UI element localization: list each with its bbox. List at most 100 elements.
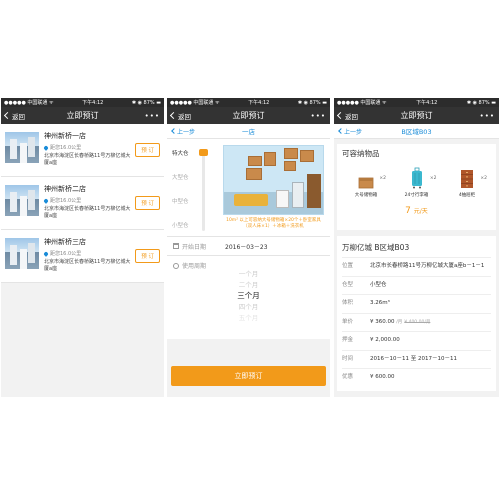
detail-card: 万柳亿城 B区域B03 位置 北京市长春桥路11号万柳亿城大厦a座b－1－1 仓型… [337,236,496,391]
back-label: 返回 [345,112,358,121]
back-button[interactable]: 返回 [169,111,207,121]
detail-value: ¥ 360.00 [370,318,395,325]
back-button[interactable]: 返回 [336,111,374,121]
sub-navbar: 上一步 B区域B03 [334,124,499,139]
list-item[interactable]: 神州新桥二店 距您16.0公里 北京市海淀区长春桥路11号万柳亿城大厦a座 预 … [1,177,164,230]
back-button[interactable]: 返回 [3,111,41,121]
detail-row: 位置 北京市长春桥路11号万柳亿城大厦a座b－1－1 [342,257,491,276]
detail-value: ¥ 2,000.00 [370,337,400,343]
detail-value: 2016－10－11 至 2017－10－11 [370,355,457,362]
store-photo [5,238,39,269]
start-date-value[interactable]: 2016－03－23 [225,242,268,251]
list-item[interactable]: 神州新桥一店 距您16.0公里 北京市海淀区长春桥路11号万柳亿城大厦a座 预 … [1,124,164,177]
detail-key: 位置 [342,263,354,269]
navbar: 返回 立即预订 ••• [1,107,164,124]
store-distance: 距您16.0公里 [50,198,82,204]
book-button[interactable]: 预 订 [135,143,160,157]
item-name: 大号储物箱 [354,193,378,198]
clock-text: 下午4:12 [416,100,438,106]
battery-text: ✱ ◉ 87% ▬ [131,99,161,106]
page-title: 立即预订 [232,111,265,120]
size-slider-handle[interactable] [199,149,208,156]
list-item[interactable]: 神州新桥三店 距您16.0公里 北京市海淀区长春桥路11号万柳亿城大厦a座 预 … [1,230,164,283]
prev-step-label: 上一步 [344,128,363,136]
location-pin-icon [43,250,49,257]
prev-step-link[interactable]: 上一步 [171,127,196,136]
store-name: 神州新桥二店 [44,185,86,193]
status-bar: ●●●●● 中国联通 ᯤ 下午4:12 ✱ ◉ 87% ▬ [1,98,164,107]
capacity-card: 可容纳物品 ×2 大号储物箱 ×2 24寸行李箱 ×2 4抽屉柜 7 元/天 [337,144,496,230]
more-icon[interactable]: ••• [124,112,160,120]
detail-key: 优惠 [342,374,354,380]
size-option[interactable]: 大型仓 [172,173,189,197]
back-label: 返回 [178,112,191,121]
storage-box-icon [358,177,374,189]
detail-row: 仓型 小型仓 [342,275,491,295]
detail-value: ¥ 600.00 [370,374,395,380]
page-title: 立即预订 [66,111,99,120]
status-bar: ●●●●● 中国联通 ᯤ 下午4:12 ✱ ◉ 87% ▬ [167,98,330,107]
detail-unit: /月 [396,319,403,325]
period-option-selected[interactable]: 三个月 [167,290,330,301]
status-bar: ●●●●● 中国联通 ᯤ 下午4:12 ✱ ◉ 87% ▬ [334,98,499,107]
item-count: ×2 [429,176,437,181]
more-icon[interactable]: ••• [459,112,495,120]
detail-value: 3.26m³ [370,300,390,306]
location-pin-icon [43,144,49,151]
size-selector: 特大仓 大型仓 中型仓 小型仓 10m² 以上可容纳大号储物箱×20个＋卧室家具… [167,139,330,237]
detail-header: 万柳亿城 B区域B03 [342,243,410,252]
screen-storage-select: ●●●●● 中国联通 ᯤ 下午4:12 ✱ ◉ 87% ▬ 返回 立即预订 ••… [167,98,330,397]
clock-text: 下午4:12 [248,100,270,106]
detail-value: 北京市长春桥路11号万柳亿城大厦a座b－1－1 [370,263,485,269]
drawer-cabinet-icon [461,170,473,188]
capacity-header: 可容纳物品 [342,149,380,158]
battery-text: ✱ ◉ 87% ▬ [466,99,496,106]
screen-store-list: ●●●●● 中国联通 ᯤ 下午4:12 ✱ ◉ 87% ▬ 返回 立即预订 ••… [1,98,164,397]
carrier-text: ●●●●● 中国联通 ᯤ [4,100,54,106]
store-address: 北京市海淀区长春桥路11号万柳亿城大厦a座 [44,206,131,219]
storage-illustration [223,145,324,215]
size-option[interactable]: 中型仓 [172,197,189,221]
detail-key: 单价 [342,318,354,325]
chevron-left-icon [3,111,12,120]
size-option[interactable]: 特大仓 [172,149,189,173]
detail-row: 体积 3.26m³ [342,294,491,313]
capacity-item: ×2 24寸行李箱 [393,167,441,198]
item-name: 24寸行李箱 [404,193,429,198]
period-option[interactable]: 二个月 [167,279,330,290]
capacity-item: ×2 大号储物箱 [342,167,390,198]
chevron-left-icon [169,111,178,120]
more-icon[interactable]: ••• [290,112,326,120]
period-option[interactable]: 五个月 [167,312,330,323]
size-description: 10m² 以上可容纳大号储物箱×20个＋卧室家具（双人床×1）＋冰箱＋洗衣机 [226,218,321,229]
suitcase-icon [411,167,422,189]
start-date-row[interactable]: 开始日期 2016－03－23 [167,237,330,256]
book-button[interactable]: 预 订 [135,249,160,263]
screen-unit-detail: ●●●●● 中国联通 ᯤ 下午4:12 ✱ ◉ 87% ▬ 返回 立即预订 ••… [334,98,499,397]
book-button[interactable]: 预 订 [135,196,160,210]
book-now-button[interactable]: 立即预订 [171,366,326,386]
store-name: 神州新桥三店 [44,238,86,246]
navbar: 返回 立即预订 ••• [167,107,330,124]
navbar: 返回 立即预订 ••• [334,107,499,124]
period-option[interactable]: 一个月 [167,268,330,279]
detail-row: 优惠 ¥ 600.00 [342,368,491,387]
original-price: ¥ 400.00/月 [404,319,431,325]
item-count: ×2 [480,176,487,181]
period-picker[interactable]: 使用周期 一个月 二个月 三个月 四个月 五个月 [167,256,330,339]
store-address: 北京市海淀区长春桥路11号万柳亿城大厦a座 [44,153,131,166]
item-name: 4抽屉柜 [458,193,476,198]
size-slider-track[interactable] [202,151,205,231]
page-title: 立即预订 [400,111,433,120]
prev-step-label: 上一步 [177,128,196,136]
detail-row: 单价 ¥ 360.00 /月 ¥ 400.00/月 [342,312,491,332]
size-option[interactable]: 小型仓 [172,221,189,245]
detail-key: 时间 [342,355,354,362]
store-name: 神州新桥一店 [44,132,86,140]
chevron-left-icon [338,128,344,134]
detail-key: 仓型 [342,281,354,288]
store-photo [5,185,39,216]
store-photo [5,132,39,163]
period-option[interactable]: 四个月 [167,301,330,312]
prev-step-link[interactable]: 上一步 [338,127,363,136]
